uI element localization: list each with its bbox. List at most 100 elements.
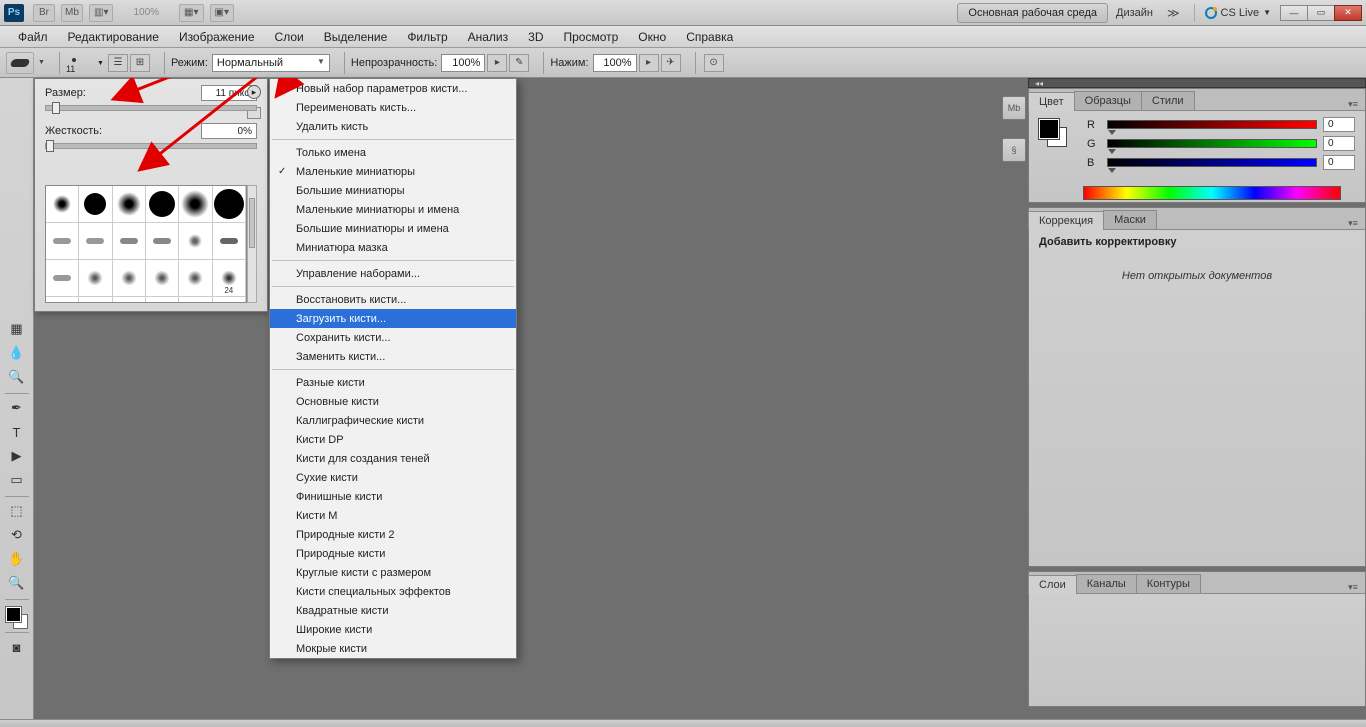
menu-item[interactable]: Большие миниатюры и имена: [270, 219, 516, 238]
menu-item[interactable]: Разные кисти: [270, 373, 516, 392]
menu-фильтр[interactable]: Фильтр: [397, 26, 457, 47]
blur-tool[interactable]: 💧: [4, 342, 30, 364]
g-field[interactable]: 0: [1323, 136, 1355, 151]
brush-picker-button[interactable]: 11 ▼: [66, 52, 106, 74]
menu-анализ[interactable]: Анализ: [458, 26, 519, 47]
3d-tool[interactable]: ⬚: [4, 500, 30, 522]
tool-preset-dropdown[interactable]: [6, 52, 34, 74]
menu-item[interactable]: Широкие кисти: [270, 620, 516, 639]
brush-hardness-slider[interactable]: [45, 143, 257, 149]
flow-dropdown[interactable]: ▸: [639, 54, 659, 72]
tab-layers[interactable]: Слои: [1028, 575, 1077, 594]
menu-файл[interactable]: Файл: [8, 26, 58, 47]
arrange-dropdown[interactable]: ▦▾: [179, 4, 203, 22]
menu-item[interactable]: Сухие кисти: [270, 468, 516, 487]
color-swatches[interactable]: [6, 607, 28, 629]
menu-item[interactable]: Природные кисти 2: [270, 525, 516, 544]
brush-grid-scrollbar[interactable]: [247, 185, 257, 303]
pen-tool[interactable]: ✒: [4, 397, 30, 419]
menu-item[interactable]: Кисти специальных эффектов: [270, 582, 516, 601]
menu-item[interactable]: Заменить кисти...: [270, 347, 516, 366]
menu-окно[interactable]: Окно: [628, 26, 676, 47]
opacity-pressure-toggle[interactable]: ✎: [509, 54, 529, 72]
bridge-button[interactable]: Br: [33, 4, 55, 22]
r-slider[interactable]: [1107, 120, 1317, 129]
menu-item[interactable]: Удалить кисть: [270, 117, 516, 136]
workspace-design[interactable]: Дизайн: [1116, 7, 1153, 19]
menu-item[interactable]: Только имена: [270, 143, 516, 162]
close-button[interactable]: ✕: [1334, 5, 1362, 21]
screenmode-dropdown[interactable]: ▣▾: [210, 4, 234, 22]
history-panel-icon[interactable]: §: [1002, 138, 1026, 162]
brush-hardness-field[interactable]: 0%: [201, 123, 257, 139]
minibridge-panel-icon[interactable]: Mb: [1002, 96, 1026, 120]
menu-item[interactable]: Каллиграфические кисти: [270, 411, 516, 430]
menu-item[interactable]: Квадратные кисти: [270, 601, 516, 620]
tab-styles[interactable]: Стили: [1141, 91, 1195, 110]
r-field[interactable]: 0: [1323, 117, 1355, 132]
shape-tool[interactable]: ▭: [4, 469, 30, 491]
spectrum-bar[interactable]: [1083, 186, 1341, 200]
tab-paths[interactable]: Контуры: [1136, 574, 1201, 593]
menu-редактирование[interactable]: Редактирование: [58, 26, 169, 47]
menu-item[interactable]: Кисти DP: [270, 430, 516, 449]
brush-flyout-button[interactable]: ▸: [247, 85, 261, 99]
tab-color[interactable]: Цвет: [1028, 92, 1075, 111]
layers-panel-menu[interactable]: ▾≡: [1345, 582, 1361, 593]
opacity-field[interactable]: 100%: [441, 54, 485, 72]
hand-tool[interactable]: ✋: [4, 548, 30, 570]
3d-camera-tool[interactable]: ⟲: [4, 524, 30, 546]
menu-просмотр[interactable]: Просмотр: [553, 26, 628, 47]
menu-item[interactable]: Природные кисти: [270, 544, 516, 563]
color-panel-swatches[interactable]: [1039, 119, 1067, 147]
menu-item[interactable]: Управление наборами...: [270, 264, 516, 283]
brush-size-slider[interactable]: [45, 105, 257, 111]
tab-adjustments[interactable]: Коррекция: [1028, 211, 1104, 230]
menu-item[interactable]: Большие миниатюры: [270, 181, 516, 200]
blend-mode-dropdown[interactable]: Нормальный: [212, 54, 330, 72]
menu-item[interactable]: Загрузить кисти...: [270, 309, 516, 328]
menu-item[interactable]: Маленькие миниатюры и имена: [270, 200, 516, 219]
type-tool[interactable]: T: [4, 421, 30, 443]
brush-presets-toggle[interactable]: ⊞: [130, 54, 150, 72]
g-slider[interactable]: [1107, 139, 1317, 148]
maximize-button[interactable]: ▭: [1307, 5, 1335, 21]
tablet-pressure-toggle[interactable]: ⊙: [704, 54, 724, 72]
menu-item[interactable]: Восстановить кисти...: [270, 290, 516, 309]
dodge-tool[interactable]: 🔍: [4, 366, 30, 388]
airbrush-toggle[interactable]: ✈: [661, 54, 681, 72]
menu-item[interactable]: Финишные кисти: [270, 487, 516, 506]
menu-item[interactable]: Круглые кисти с размером: [270, 563, 516, 582]
tab-masks[interactable]: Маски: [1103, 210, 1157, 229]
cs-live-dropdown[interactable]: CS Live▼: [1205, 7, 1271, 19]
minibridge-button[interactable]: Mb: [61, 4, 83, 22]
b-field[interactable]: 0: [1323, 155, 1355, 170]
path-select-tool[interactable]: ▶: [4, 445, 30, 467]
tab-swatches[interactable]: Образцы: [1074, 91, 1142, 110]
menu-item[interactable]: Кисти для создания теней: [270, 449, 516, 468]
menu-item[interactable]: Сохранить кисти...: [270, 328, 516, 347]
workspace-more[interactable]: ≫: [1167, 6, 1180, 20]
menu-изображение[interactable]: Изображение: [169, 26, 265, 47]
opacity-dropdown[interactable]: ▸: [487, 54, 507, 72]
menu-выделение[interactable]: Выделение: [314, 26, 398, 47]
menu-справка[interactable]: Справка: [676, 26, 743, 47]
menu-слои[interactable]: Слои: [265, 26, 314, 47]
menu-item[interactable]: Маленькие миниатюры: [270, 162, 516, 181]
tab-channels[interactable]: Каналы: [1076, 574, 1137, 593]
zoom-level[interactable]: 100%: [129, 4, 163, 22]
panel-collapse-strip[interactable]: ◂◂: [1028, 78, 1366, 88]
menu-item[interactable]: Переименовать кисть...: [270, 98, 516, 117]
zoom-tool[interactable]: 🔍: [4, 572, 30, 594]
brush-presets-grid[interactable]: 24 27 39 46 59 11 17: [45, 185, 247, 303]
menu-item[interactable]: Миниатюра мазка: [270, 238, 516, 257]
flow-field[interactable]: 100%: [593, 54, 637, 72]
menu-item[interactable]: Основные кисти: [270, 392, 516, 411]
view-extras-dropdown[interactable]: ▥▾: [89, 4, 113, 22]
menu-3d[interactable]: 3D: [518, 26, 553, 47]
brush-panel-toggle[interactable]: ☰: [108, 54, 128, 72]
menu-item[interactable]: Кисти M: [270, 506, 516, 525]
menu-item[interactable]: Новый набор параметров кисти...: [270, 79, 516, 98]
adjustments-panel-menu[interactable]: ▾≡: [1345, 218, 1361, 229]
b-slider[interactable]: [1107, 158, 1317, 167]
